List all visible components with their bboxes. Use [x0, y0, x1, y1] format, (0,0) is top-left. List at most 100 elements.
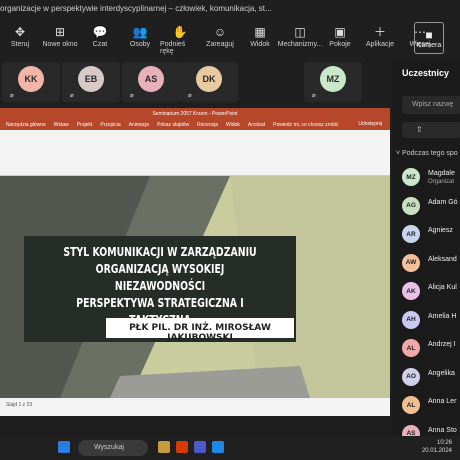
participant-row[interactable]: AW Aleksand — [402, 252, 460, 276]
participant-tile[interactable]: MZ ⌀ — [304, 62, 362, 102]
ribbon-tab[interactable]: Widok — [226, 122, 240, 128]
participant-name: Alicja Kul — [428, 284, 457, 291]
participant-name: Aleksand — [428, 255, 457, 263]
meeting-toolbar: ✥ Steruj ⊞ Nowe okno 💬 Czat 👥 Osoby ✋ Podnieś ręk… — [0, 18, 460, 58]
avatar: AW — [402, 253, 420, 272]
powerpoint-icon[interactable] — [176, 441, 188, 453]
ribbon-tab[interactable]: Wstaw — [54, 122, 69, 128]
toolbar-0[interactable]: ✥ Steruj — [0, 18, 40, 48]
toolbar-5[interactable]: ☺ Zareaguj — [200, 18, 240, 48]
toolbar-icon: ▦ — [254, 25, 266, 39]
mic-muted-icon: ⌀ — [312, 93, 316, 99]
mic-muted-icon: ⌀ — [70, 93, 74, 99]
toolbar-icon: ☺ — [213, 25, 227, 39]
ribbon-tab[interactable]: Pokaz slajdów — [157, 122, 189, 128]
section-label: Podczas tego spo — [402, 150, 458, 157]
participant-name: Agniesz — [428, 227, 453, 234]
participant-row[interactable]: AL Andrzej I — [402, 337, 460, 361]
participant-tile[interactable]: EB ⌀ — [62, 62, 120, 102]
toolbar-6[interactable]: ▦ Widok — [240, 18, 280, 48]
teams-icon[interactable] — [194, 441, 206, 453]
participant-row[interactable]: AK Alicja Kul — [402, 280, 460, 304]
ribbon-tab[interactable]: Acrobat — [248, 122, 265, 128]
avatar: AL — [402, 339, 420, 357]
taskbar-search[interactable]: Wyszukaj — [78, 440, 148, 456]
ribbon-tab[interactable]: Projekt — [77, 122, 93, 128]
toolbar-label: Mechanizmy... — [277, 41, 323, 48]
toolbar-icon: 👥 — [132, 25, 148, 39]
section-header[interactable]: ˅ Podczas tego spo — [396, 150, 458, 157]
chevron-down-icon: ˅ — [396, 150, 401, 157]
toolbar-4[interactable]: ✋ Podnieś rękę — [160, 18, 200, 55]
slide-author: PŁK PIL. DR INŻ. MIROSŁAW JAKUBOWSKI — [106, 318, 294, 343]
mic-muted-icon: ⌀ — [10, 93, 14, 99]
clock: 10:26 20.01.2024 — [422, 439, 452, 455]
toolbar-2[interactable]: 💬 Czat — [80, 18, 120, 48]
participant-row[interactable]: AL Anna Ler — [402, 394, 460, 418]
avatar: AK — [402, 282, 420, 300]
toolbar-9[interactable]: ＋ Aplikacje — [360, 18, 400, 48]
participant-tile[interactable]: DK ⌀ — [180, 62, 238, 102]
participant-tile[interactable]: KK ⌀ — [2, 62, 60, 102]
ribbon-tabs: Narzędzia główne Wstaw Projekt Przejścia Ani… — [0, 120, 390, 130]
ppt-status-bar: Slajd 1 z 23 — [0, 398, 390, 416]
ribbon: Udostępnij — [0, 121, 390, 176]
toolbar-3[interactable]: 👥 Osoby — [120, 18, 160, 48]
participant-name: Angelika — [428, 369, 455, 377]
participant-search-input[interactable]: Wpisz nazwę — [402, 96, 460, 114]
ribbon-tab[interactable]: Animacje — [129, 122, 150, 128]
participant-row[interactable]: AG Adam Gó — [402, 195, 460, 219]
slide-title-line-1: STYL KOMUNIKACJI W ZARZĄDZANIU — [63, 245, 257, 259]
toolbar-icon: ✋ — [172, 25, 188, 39]
clock-time: 10:26 — [436, 440, 452, 446]
participant-name: Anna Sto — [428, 426, 457, 434]
avatar: AL — [402, 396, 420, 414]
toolbar-label: Pokoje — [329, 41, 351, 48]
avatar: AH — [402, 310, 420, 329]
mic-muted-icon: ⌀ — [130, 93, 134, 99]
avatar: AG — [402, 196, 420, 215]
participant-row[interactable]: AR Agniesz — [402, 223, 460, 247]
start-icon[interactable] — [58, 441, 70, 453]
avatar: AS — [138, 66, 164, 92]
edge-icon[interactable] — [212, 441, 224, 453]
file-explorer-icon[interactable] — [158, 441, 170, 453]
camera-button[interactable]: ■ Kamera — [414, 22, 444, 54]
slide-title: STYL KOMUNIKACJI W ZARZĄDZANIU ORGANIZAC… — [54, 244, 266, 329]
participant-row[interactable]: AH Amelia H — [402, 309, 460, 333]
ribbon-tab[interactable]: Narzędzia główne — [6, 122, 46, 128]
slide-title-line-2: ORGANIZACJĄ WYSOKIEJ NIEZAWODNOŚCI — [95, 262, 225, 293]
share-button[interactable]: Udostępnij — [358, 121, 382, 127]
participant-name: Anna Ler — [428, 398, 457, 405]
avatar: AR — [402, 225, 420, 243]
toolbar-icon: ✥ — [14, 25, 26, 39]
toolbar-icon: 💬 — [92, 25, 108, 39]
slide: STYL KOMUNIKACJI W ZARZĄDZANIU ORGANIZAC… — [0, 176, 390, 398]
ribbon-tab[interactable]: Powiedz mi, co chcesz zrobić — [273, 122, 338, 128]
participant-row[interactable]: MZ Magdale Organizat — [402, 166, 460, 190]
mic-muted-icon: ⌀ — [188, 93, 192, 99]
ribbon-tab[interactable]: Przejścia — [100, 122, 120, 128]
participant-row[interactable]: AO Angelika — [402, 366, 460, 390]
powerpoint-window: Seminarium 2057 Krzem - PowerPoint Narzę… — [0, 108, 390, 416]
share-invite-button[interactable]: ⇧ — [402, 122, 460, 138]
toolbar-label: Czat — [92, 41, 108, 48]
participants-panel: Uczestnicy Wpisz nazwę ⇧ ˅ Podczas tego … — [392, 58, 460, 443]
participant-tiles: KK ⌀ EB ⌀ AS ⌀ DK ⌀ MZ ⌀ — [0, 62, 390, 102]
toolbar-icon: ＋ — [373, 25, 386, 39]
taskbar: Wyszukaj 10:26 20.01.2024 — [0, 436, 460, 460]
toolbar-1[interactable]: ⊞ Nowe okno — [40, 18, 80, 48]
toolbar-label: Podnieś rękę — [160, 41, 186, 55]
participant-name: Magdale — [428, 170, 455, 177]
slide-counter: Slajd 1 z 23 — [6, 402, 33, 408]
participant-tile[interactable]: AS ⌀ — [122, 62, 180, 102]
toolbar-8[interactable]: ▣ Pokoje — [320, 18, 360, 48]
participant-name: Adam Gó — [428, 198, 458, 206]
toolbar-icon: ▣ — [334, 25, 346, 39]
toolbar-label: Steruj — [10, 41, 30, 48]
camera-label: Kamera — [416, 41, 442, 49]
ppt-title-bar: Seminarium 2057 Krzem - PowerPoint — [0, 108, 390, 120]
ribbon-tab[interactable]: Recenzja — [197, 122, 218, 128]
toolbar-7[interactable]: ◫ Mechanizmy... — [277, 18, 323, 48]
toolbar-label: Nowe okno — [42, 41, 78, 48]
